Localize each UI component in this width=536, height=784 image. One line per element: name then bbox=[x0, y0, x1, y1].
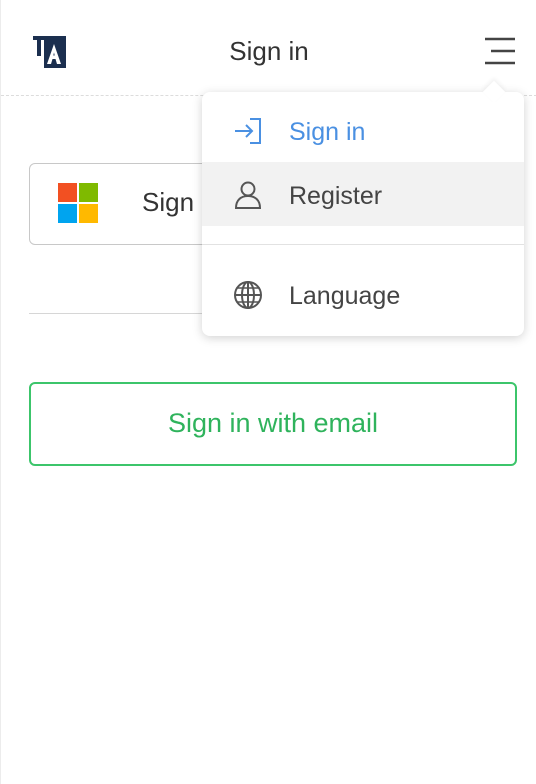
microsoft-sign-in-label: Sign bbox=[142, 187, 195, 217]
menu-item-label: Language bbox=[289, 282, 401, 310]
app-frame: Sign in Sign Sign in with email Sign in … bbox=[0, 0, 536, 784]
hamburger-menu-icon[interactable] bbox=[479, 34, 519, 68]
menu-item-language[interactable]: Language bbox=[202, 262, 524, 326]
sign-in-with-email-button[interactable]: Sign in with email bbox=[29, 382, 517, 466]
user-icon bbox=[232, 180, 264, 210]
page-title: Sign in bbox=[229, 36, 309, 66]
menu-item-register[interactable]: Register bbox=[202, 162, 524, 226]
menu-item-label: Register bbox=[289, 182, 383, 210]
header: Sign in bbox=[1, 0, 536, 96]
menu-separator bbox=[202, 244, 524, 245]
globe-icon bbox=[232, 280, 264, 310]
menu-item-label: Sign in bbox=[289, 118, 366, 146]
microsoft-logo-icon bbox=[58, 183, 98, 223]
menu-item-sign-in[interactable]: Sign in bbox=[202, 98, 524, 162]
dropdown-menu: Sign in Register Language bbox=[202, 80, 524, 336]
sign-in-icon bbox=[232, 116, 264, 146]
